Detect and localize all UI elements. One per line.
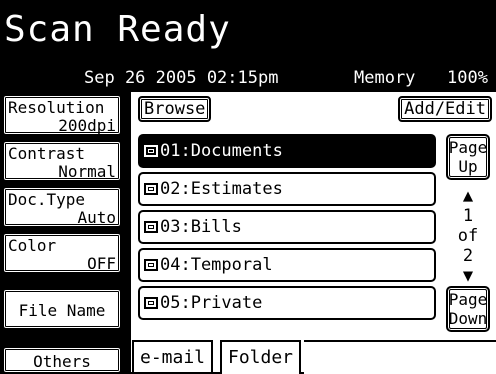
panel-divider [128,92,131,374]
page-indicator: ▲ 1 of 2 ▼ [446,186,490,286]
page-total: 2 [462,246,474,266]
tab-bar-filler [304,340,496,374]
down-arrow-icon: ▼ [462,266,474,286]
page-up-button[interactable]: Page Up [446,134,490,180]
tab-email[interactable]: e-mail [132,340,214,374]
folder-item-bills[interactable]: 03:Bills [138,210,436,244]
resolution-label: Resolution [8,98,105,117]
color-button[interactable]: Color OFF [2,232,122,274]
folder-item-private[interactable]: 05:Private [138,286,436,320]
file-name-button[interactable]: File Name [2,288,122,330]
page-current: 1 [462,206,474,226]
tab-folder[interactable]: Folder [220,340,302,374]
folder-label: 02:Estimates [160,179,283,199]
status-bar: Sep 26 2005 02:15pm Memory 100% [0,64,496,92]
up-arrow-icon: ▲ [462,186,474,206]
screen-title: Scan Ready [0,0,496,64]
file-name-label: File Name [18,301,106,320]
page-up-line1: Page [448,138,488,157]
color-value: OFF [87,254,116,273]
folder-label: 05:Private [160,293,263,313]
page-of: of [457,226,479,246]
add-edit-button[interactable]: Add/Edit [398,96,492,122]
others-label: Others [33,352,91,371]
page-down-line1: Page [448,290,488,309]
contrast-value: Normal [58,162,116,181]
doc-type-button[interactable]: Doc.Type Auto [2,186,122,228]
contrast-button[interactable]: Contrast Normal [2,140,122,182]
scan-screen: Scan Ready Sep 26 2005 02:15pm Memory 10… [0,0,496,374]
settings-panel: Resolution 200dpi Contrast Normal Doc.Ty… [0,92,128,374]
doc-type-label: Doc.Type [8,190,86,209]
others-button[interactable]: Others [2,346,122,374]
memory-label: Memory [354,68,416,88]
resolution-value: 200dpi [58,116,116,135]
folder-item-documents[interactable]: 01:Documents [138,134,436,168]
page-down-line2: Down [448,309,488,328]
folder-label: 03:Bills [160,217,242,237]
folder-label: 04:Temporal [160,255,273,275]
resolution-button[interactable]: Resolution 200dpi [2,94,122,136]
folder-item-temporal[interactable]: 04:Temporal [138,248,436,282]
page-down-button[interactable]: Page Down [446,286,490,332]
contrast-label: Contrast [8,144,86,163]
status-date: Sep 26 2005 02:15pm [84,68,279,88]
folder-panel: Browse Add/Edit 01:Documents 02:Estimate… [128,92,496,374]
folder-label: 01:Documents [160,141,283,161]
folder-item-estimates[interactable]: 02:Estimates [138,172,436,206]
folder-icon [144,297,158,309]
color-label: Color [8,236,57,255]
page-up-line2: Up [458,157,478,176]
folder-icon [144,221,158,233]
doc-type-value: Auto [77,208,116,227]
browse-button[interactable]: Browse [138,96,212,122]
folder-icon [144,183,158,195]
folder-icon [144,145,158,157]
memory-value: 100% [447,68,488,88]
folder-icon [144,259,158,271]
